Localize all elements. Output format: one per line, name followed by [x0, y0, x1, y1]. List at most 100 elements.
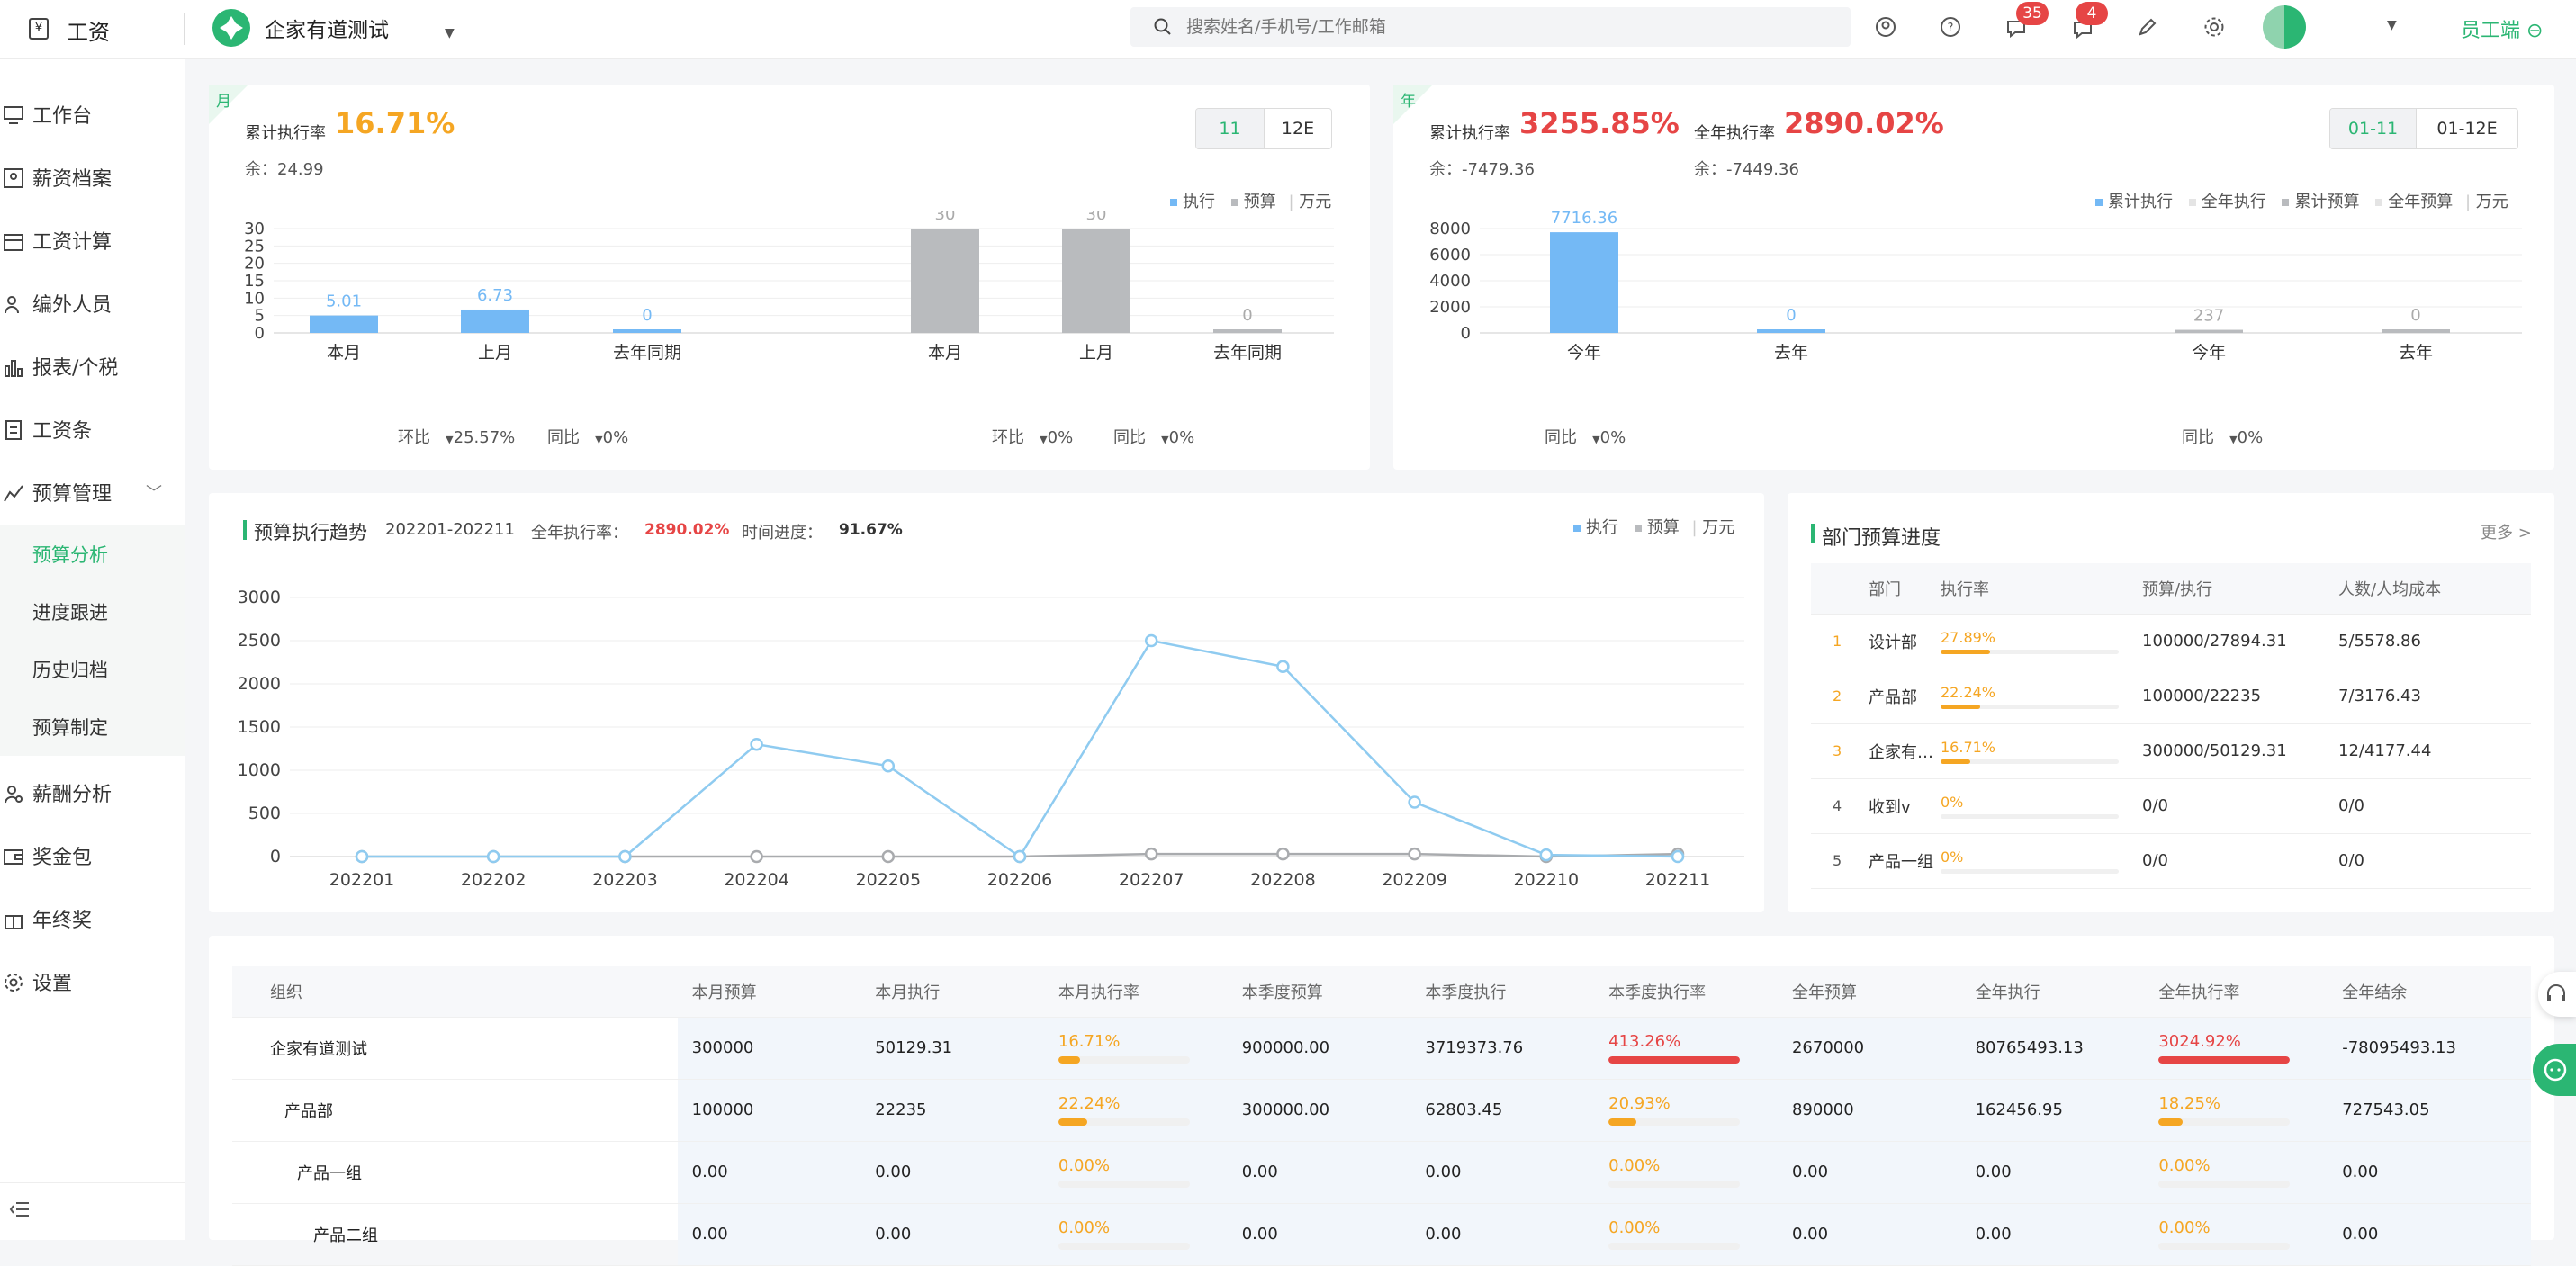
collapse-sidebar-icon[interactable]	[9, 1200, 31, 1218]
cell: 0.00	[2328, 1203, 2531, 1266]
gear-icon[interactable]	[2203, 16, 2225, 38]
bar-budget	[911, 229, 979, 333]
company-switcher[interactable]: 企家有道测试 ▼	[265, 13, 455, 43]
down-icon: ▼	[446, 434, 454, 445]
sidebar-item-payroll[interactable]: 工资计算	[0, 209, 185, 272]
cell: 727543.05	[2328, 1079, 2531, 1142]
rate-text: 0.00%	[2158, 1218, 2211, 1237]
sidebar-item-reports[interactable]: 报表/个税	[0, 335, 185, 398]
switch-icon: ⊖	[2526, 20, 2544, 42]
sidebar-item-contractors[interactable]: 编外人员	[0, 272, 185, 335]
month-period-toggle: 11 12E	[1195, 108, 1332, 149]
progress-bar	[1941, 704, 2119, 709]
bar-budget	[2382, 329, 2450, 333]
dept-more-link[interactable]: 更多 >	[2481, 520, 2532, 543]
year-legend: 累计执行 全年执行 累计预算 全年预算 | 万元	[2095, 189, 2508, 212]
trend-title-bar	[243, 520, 247, 540]
rate-text: 18.25%	[2158, 1094, 2220, 1113]
sidebar-item-budget[interactable]: 预算管理 ﹀	[0, 461, 185, 524]
support-float[interactable]	[2538, 972, 2576, 1017]
period-option-01-12e[interactable]: 01-12E	[2416, 109, 2517, 148]
user-circle-icon[interactable]	[1875, 16, 1896, 38]
y-tick-label: 0	[1461, 324, 1471, 343]
chevron-down-icon[interactable]: ▼	[2387, 18, 2397, 32]
sidebar-item-workbench[interactable]: 工作台	[0, 83, 185, 146]
sidebar-item-settings[interactable]: 设置	[0, 950, 185, 1013]
table-row[interactable]: 3 企家有… 16.71% 300000/50129.31 12/4177.44	[1811, 723, 2531, 779]
y-tick-label: 1000	[238, 760, 281, 780]
edit-icon[interactable]	[2137, 16, 2158, 38]
bar-value-label: 5.01	[326, 292, 362, 311]
help-icon[interactable]: ?	[1940, 16, 1961, 38]
dept-name: 企家有…	[1869, 723, 1941, 779]
avatar[interactable]	[2263, 5, 2306, 49]
employee-side-link[interactable]: 员工端 ⊖	[2461, 14, 2543, 43]
x-tick-label: 202204	[724, 870, 789, 890]
trend-legend: 执行 预算 | 万元	[1573, 515, 1734, 538]
rate-text: 0.00%	[1058, 1218, 1111, 1237]
sidebar-item-label: 预算分析	[32, 544, 108, 566]
sidebar-sub-progress[interactable]: 进度跟进	[0, 583, 185, 641]
data-point	[618, 849, 632, 864]
cell: -78095493.13	[2328, 1017, 2531, 1080]
cell: 0.00	[1410, 1203, 1595, 1266]
data-point	[881, 849, 896, 864]
col-header: 全年结余	[2328, 966, 2531, 1018]
col-header: 全年执行率	[2144, 966, 2328, 1018]
company-logo-icon	[212, 9, 250, 47]
x-tick-label: 今年	[1567, 343, 1601, 363]
sidebar-item-comp-analysis[interactable]: 薪酬分析	[0, 761, 185, 824]
table-row[interactable]: 产品部 100000 22235 22.24% 300000.00 62803.45 20.…	[232, 1079, 2531, 1142]
sidebar-sub-budget-plan[interactable]: 预算制定	[0, 698, 185, 756]
cell: 0.00	[677, 1141, 861, 1204]
year-rate2: 2890.02%	[1784, 106, 1944, 140]
compare-label: 同比	[2182, 428, 2214, 447]
sidebar-sub-budget-analysis[interactable]: 预算分析	[0, 525, 185, 583]
bar-budget	[1213, 329, 1282, 333]
table-row[interactable]: 产品二组 0.00 0.00 0.00% 0.00 0.00 0.00% 0.00 0.00 0.…	[232, 1203, 2531, 1266]
legend-unit: 万元	[1299, 193, 1332, 211]
cell: 900000.00	[1227, 1017, 1411, 1080]
rate-cell: 0.00%	[2144, 1141, 2328, 1204]
search-box[interactable]	[1130, 7, 1851, 47]
sidebar-item-payslip[interactable]: 工资条	[0, 398, 185, 461]
y-tick-label: 3000	[238, 588, 281, 607]
bar-value-label: 0	[642, 306, 652, 325]
dept-card: 部门预算进度 更多 > 部门 执行率 预算/执行 人数/人均成本 1 设计部 2…	[1788, 493, 2554, 912]
table-row[interactable]: 4 收到v 0% 0/0 0/0	[1811, 778, 2531, 834]
divider	[184, 13, 185, 45]
sidebar-item-year-end-bonus[interactable]: 年终奖	[0, 887, 185, 950]
sidebar-item-label: 预算制定	[32, 717, 108, 739]
y-tick-label: 20	[244, 255, 265, 274]
month-compare-tb: 同比 ▼0%	[547, 425, 628, 448]
period-option-12e[interactable]: 12E	[1264, 109, 1331, 148]
org-name: 产品一组	[232, 1141, 678, 1204]
person-card-icon	[4, 168, 23, 188]
legend-year-exec: 全年执行	[2201, 193, 2266, 211]
data-point	[1276, 847, 1290, 861]
cell: 62803.45	[1410, 1079, 1595, 1142]
table-row[interactable]: 企家有道测试 300000 50129.31 16.71% 900000.00 37193…	[232, 1017, 2531, 1080]
progress-bar	[1941, 868, 2119, 874]
table-row[interactable]: 2 产品部 22.24% 100000/22235 7/3176.43	[1811, 669, 2531, 724]
sidebar-sub-history[interactable]: 历史归档	[0, 641, 185, 698]
period-option-01-11[interactable]: 01-11	[2330, 109, 2417, 148]
year-tag-label: 年	[1401, 93, 1416, 111]
search-input[interactable]	[1186, 13, 1816, 41]
sidebar-item-salary-profile[interactable]: 薪资档案	[0, 146, 185, 209]
legend-cum-budget: 累计预算	[2294, 193, 2360, 211]
cell: 80765493.13	[1960, 1017, 2145, 1080]
x-tick-label: 202207	[1119, 870, 1184, 890]
y-tick-label: 2000	[1429, 298, 1471, 317]
period-option-11[interactable]: 11	[1196, 109, 1264, 148]
sidebar-item-label: 工资条	[32, 420, 93, 443]
table-row[interactable]: 产品一组 0.00 0.00 0.00% 0.00 0.00 0.00% 0.00 0.00 0.…	[232, 1141, 2531, 1204]
sidebar-item-bonus-pool[interactable]: 奖金包	[0, 824, 185, 887]
progress-bar	[1941, 759, 2119, 764]
data-point	[750, 849, 763, 864]
data-point	[1539, 848, 1554, 862]
table-row[interactable]: 5 产品一组 0% 0/0 0/0	[1811, 833, 2531, 889]
table-row[interactable]: 1 设计部 27.89% 100000/27894.31 5/5578.86	[1811, 614, 2531, 669]
progress-fill	[1058, 1056, 1081, 1064]
notification-badge: 35	[2016, 2, 2049, 25]
